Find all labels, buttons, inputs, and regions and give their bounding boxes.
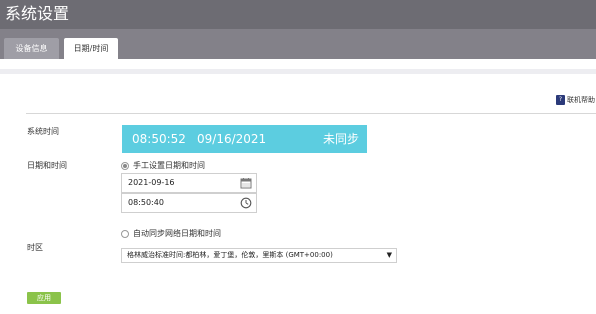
page-title: 系统设置 [5,4,70,23]
system-time-value: 08:50:52 [132,132,186,146]
content-top [0,59,596,69]
header-bar: 系统设置 [0,0,596,29]
date-input-value: 2021-09-16 [128,178,175,187]
dropdown-arrow-icon: ▼ [386,251,392,259]
timezone-select[interactable]: 格林威治标准时间:都柏林，爱丁堡，伦敦，里斯本 (GMT+00:00) ▼ [121,248,397,263]
manual-set-radio[interactable] [121,162,129,170]
system-date-value: 09/16/2021 [197,132,267,146]
divider [26,113,596,114]
date-time-label: 日期和时间 [27,161,67,170]
time-input[interactable]: 08:50:40 [121,193,257,213]
timezone-selected-value: 格林威治标准时间:都柏林，爱丁堡，伦敦，里斯本 (GMT+00:00) [127,251,333,259]
help-book-icon: ? [556,95,565,105]
calendar-icon[interactable] [240,177,252,189]
clock-icon[interactable] [240,197,252,209]
sync-status: 未同步 [323,132,360,146]
online-help-label: 联机帮助 [567,96,595,104]
apply-button[interactable]: 应用 [27,292,61,304]
system-time-display: 08:50:52 09/16/2021 未同步 [122,125,367,153]
time-input-value: 08:50:40 [128,198,164,207]
timezone-label: 时区 [27,243,43,252]
manual-set-label: 手工设置日期和时间 [133,161,205,170]
online-help-link[interactable]: ? 联机帮助 [556,95,595,105]
tab-device-info[interactable]: 设备信息 [4,38,59,59]
tab-date-time[interactable]: 日期/时间 [64,38,118,59]
tab-bar: 设备信息 日期/时间 [0,29,596,59]
section-separator [0,69,596,74]
auto-sync-radio[interactable] [121,230,129,238]
auto-sync-label: 自动同步网络日期和时间 [133,229,221,238]
system-time-label: 系统时间 [27,127,59,136]
date-input[interactable]: 2021-09-16 [121,173,257,193]
